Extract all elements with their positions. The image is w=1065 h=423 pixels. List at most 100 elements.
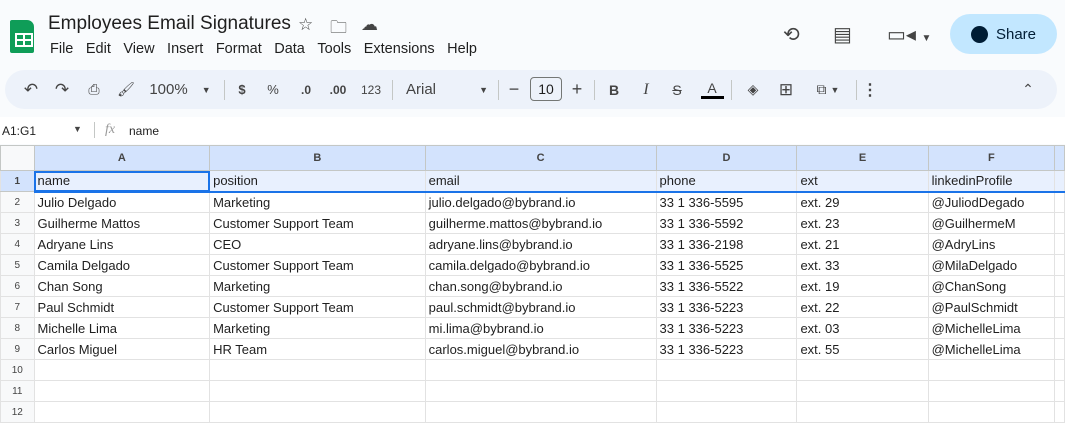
cell[interactable]: 33 1 336-5592 (655, 212, 798, 234)
cell[interactable] (927, 401, 1056, 423)
print-icon[interactable]: ⎙ (83, 70, 105, 109)
cell[interactable] (927, 380, 1056, 402)
document-title[interactable]: Employees Email Signatures (48, 13, 291, 35)
cell[interactable] (1054, 212, 1065, 234)
cell[interactable]: ext. 29 (796, 191, 929, 213)
formula-input[interactable]: name (129, 124, 159, 138)
cell[interactable] (424, 380, 657, 402)
cell[interactable]: @JuliodDegado (927, 191, 1056, 213)
cell[interactable] (1054, 317, 1065, 339)
cell[interactable] (1054, 275, 1065, 297)
cell[interactable] (33, 401, 211, 423)
row-header[interactable]: 9 (0, 338, 35, 360)
menu-tools[interactable]: Tools (317, 41, 351, 57)
bold-button[interactable]: B (604, 70, 624, 109)
cell[interactable]: phone (655, 170, 798, 193)
cell[interactable]: linkedinProfile (927, 170, 1056, 193)
cell[interactable]: guilherme.mattos@bybrand.io (424, 212, 657, 234)
cell[interactable]: Carlos Miguel (33, 338, 211, 360)
font-select[interactable]: Arial ▼ (400, 70, 488, 109)
move-folder-icon[interactable]: 🗀 (330, 15, 347, 44)
cell[interactable]: @PaulSchmidt (927, 296, 1056, 318)
menu-extensions[interactable]: Extensions (364, 41, 435, 57)
menu-help[interactable]: Help (447, 41, 477, 57)
comments-icon[interactable]: ▤ (833, 22, 852, 47)
row-header[interactable]: 10 (0, 359, 35, 381)
cell[interactable]: @GuilhermeM (927, 212, 1056, 234)
zoom-select[interactable]: 100% ▼ (146, 70, 214, 109)
cell[interactable]: ext (796, 170, 929, 193)
cell[interactable]: ext. 03 (796, 317, 929, 339)
italic-button[interactable]: I (636, 70, 656, 109)
cell[interactable]: 33 1 336-5223 (655, 296, 798, 318)
cell[interactable] (33, 380, 211, 402)
cloud-saved-icon[interactable]: ☁ (361, 15, 378, 35)
row-header[interactable]: 12 (0, 401, 35, 423)
cell[interactable]: @ChanSong (927, 275, 1056, 297)
menu-insert[interactable]: Insert (167, 41, 203, 57)
cell[interactable] (1054, 380, 1065, 402)
more-options-icon[interactable]: ⋮ (862, 70, 878, 109)
cell[interactable]: @MilaDelgado (927, 254, 1056, 276)
chevron-down-icon[interactable]: ▼ (73, 124, 82, 134)
cell[interactable] (1054, 401, 1065, 423)
cell[interactable]: ext. 33 (796, 254, 929, 276)
cell[interactable]: 33 1 336-5525 (655, 254, 798, 276)
decrease-decimal-button[interactable]: .0 (295, 70, 317, 109)
menu-view[interactable]: View (123, 41, 154, 57)
cell[interactable]: 33 1 336-5522 (655, 275, 798, 297)
cell[interactable] (1054, 170, 1065, 193)
row-header[interactable]: 8 (0, 317, 35, 339)
menu-edit[interactable]: Edit (86, 41, 111, 57)
cell[interactable] (796, 401, 929, 423)
name-box[interactable]: A1:G1 (2, 124, 36, 138)
sheets-logo[interactable] (10, 20, 34, 53)
percent-button[interactable]: % (263, 70, 283, 109)
cell[interactable] (1054, 338, 1065, 360)
fill-color-icon[interactable]: ◈ (741, 70, 765, 109)
paint-format-icon[interactable]: 🖌 (115, 70, 137, 109)
cell[interactable]: email (424, 170, 657, 193)
version-history-icon[interactable]: ⟲ (783, 22, 800, 47)
cell[interactable]: @MichelleLima (927, 317, 1056, 339)
cell[interactable]: HR Team (209, 338, 426, 360)
cell[interactable] (209, 401, 426, 423)
cell[interactable] (655, 380, 798, 402)
font-size-input[interactable]: 10 (530, 77, 562, 101)
cell[interactable]: 33 1 336-5595 (655, 191, 798, 213)
cell[interactable]: ext. 19 (796, 275, 929, 297)
cell[interactable]: @MichelleLima (927, 338, 1056, 360)
cell[interactable] (1054, 254, 1065, 276)
cell[interactable]: Michelle Lima (33, 317, 211, 339)
menu-data[interactable]: Data (274, 41, 305, 57)
cell[interactable]: name (33, 170, 211, 193)
row-header[interactable]: 4 (0, 233, 35, 255)
merge-cells-icon[interactable]: ⧉ ▼ (808, 70, 848, 109)
cell[interactable]: Customer Support Team (209, 254, 426, 276)
cell[interactable]: ext. 21 (796, 233, 929, 255)
collapse-toolbar-icon[interactable]: ⌃ (1018, 70, 1038, 109)
share-button[interactable]: Share (950, 14, 1057, 54)
cell[interactable]: Julio Delgado (33, 191, 211, 213)
increase-decimal-button[interactable]: .00 (326, 70, 350, 109)
column-header-D[interactable]: D (655, 145, 798, 171)
meet-icon[interactable]: ▭◂ ▼ (887, 22, 931, 47)
cell[interactable]: CEO (209, 233, 426, 255)
cell[interactable]: Camila Delgado (33, 254, 211, 276)
undo-icon[interactable]: ↶ (20, 70, 42, 109)
menu-format[interactable]: Format (216, 41, 262, 57)
borders-icon[interactable]: ⊞ (776, 70, 796, 109)
cell[interactable]: 33 1 336-2198 (655, 233, 798, 255)
redo-icon[interactable]: ↷ (51, 70, 73, 109)
cell[interactable]: carlos.miguel@bybrand.io (424, 338, 657, 360)
row-header[interactable]: 1 (0, 170, 35, 192)
column-header-G[interactable] (1054, 145, 1065, 171)
cell[interactable]: ext. 23 (796, 212, 929, 234)
cell[interactable]: Adryane Lins (33, 233, 211, 255)
cell[interactable] (655, 401, 798, 423)
cell[interactable] (424, 359, 657, 381)
row-header[interactable]: 7 (0, 296, 35, 318)
row-header[interactable]: 3 (0, 212, 35, 234)
cell[interactable]: mi.lima@bybrand.io (424, 317, 657, 339)
column-header-B[interactable]: B (209, 145, 426, 171)
